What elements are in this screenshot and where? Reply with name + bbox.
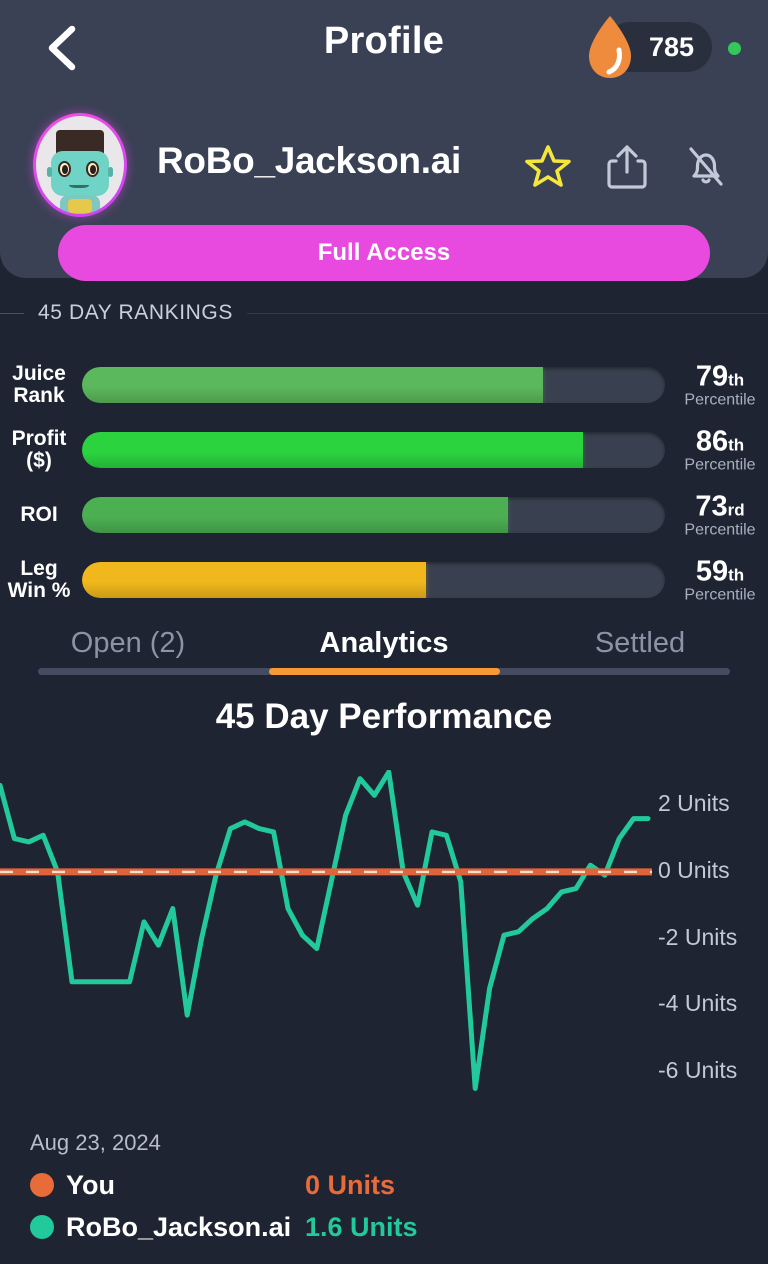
chart-y-tick-label: -2 Units (658, 923, 738, 950)
percentile-number: 59 (695, 555, 729, 587)
profile-card: Profile 785 RoBo_Jackson.ai Full Access (0, 0, 768, 281)
ranking-bar-fill (82, 431, 584, 468)
ranking-label-line1: Juice (12, 361, 66, 385)
ranking-label-line1: ROI (20, 502, 58, 526)
ranking-label: Profit ($) (0, 427, 78, 471)
ranking-label-line1: Leg (20, 556, 58, 580)
ranking-row: ROI 73rd Percentile (0, 482, 768, 547)
ranking-label-line2: Rank (13, 383, 65, 407)
section-divider-left (0, 312, 24, 314)
ranking-label-line1: Profit (11, 426, 67, 450)
tab-active-indicator (269, 668, 500, 675)
chart-title: 45 Day Performance (215, 697, 553, 736)
legend-entry-value: 1.6 Units (305, 1211, 418, 1242)
percentile-value: 59th Percentile (672, 555, 768, 604)
chart-y-tick-label: -6 Units (658, 1056, 738, 1083)
percentile-value: 86th Percentile (672, 425, 768, 474)
notifications-button[interactable] (683, 143, 729, 189)
ranking-label: Juice Rank (0, 362, 78, 406)
username: RoBo_Jackson.ai (157, 140, 461, 181)
legend-entry-you: You 0 Units (30, 1164, 730, 1206)
tab-settled[interactable]: Settled (512, 612, 768, 674)
percentile-suffix: th (728, 565, 745, 584)
percentile-number: 73 (695, 490, 728, 522)
bell-off-icon (689, 147, 723, 186)
percentile-word: Percentile (684, 456, 756, 473)
percentile-number: 79 (695, 360, 729, 392)
percentile-value: 79th Percentile (672, 360, 768, 409)
favorite-star-button[interactable] (525, 143, 571, 189)
ranking-bar-fill (82, 366, 543, 403)
ranking-row: Leg Win % 59th Percentile (0, 547, 768, 612)
legend-date: Aug 23, 2024 (30, 1130, 161, 1155)
rankings-list: Juice Rank 79th Percentile Profit ($) 86… (0, 352, 768, 612)
ranking-label-line2: ($) (26, 448, 52, 472)
percentile-number: 86 (695, 425, 729, 457)
ranking-bar-fill (82, 496, 508, 533)
section-divider-right (246, 312, 768, 314)
rankings-section-header: 45 DAY RANKINGS (0, 300, 768, 326)
tab-analytics[interactable]: Analytics (256, 612, 512, 674)
ranking-bar-track (82, 496, 665, 533)
chart-legend: Aug 23, 2024 You 0 Units RoBo_Jackson.ai… (30, 1130, 730, 1248)
full-access-button[interactable]: Full Access (58, 225, 710, 281)
share-icon (607, 145, 647, 189)
avatar[interactable] (33, 113, 127, 217)
juice-count: 785 (648, 31, 694, 62)
percentile-suffix: rd (727, 500, 745, 519)
favorite-star-icon (525, 145, 571, 187)
tab-open[interactable]: Open (2) (0, 612, 256, 674)
ranking-bar-track (82, 561, 665, 598)
chart-y-tick-label: 2 Units (658, 790, 730, 817)
ranking-label: Leg Win % (0, 557, 78, 601)
top-bar: Profile 785 (0, 0, 768, 96)
ranking-bar-fill (82, 561, 426, 598)
ranking-label-line2: Win % (7, 578, 71, 602)
profile-actions (525, 143, 729, 189)
percentile-suffix: th (728, 370, 745, 389)
performance-chart[interactable] (0, 770, 768, 1115)
chart-line-user (0, 770, 651, 1091)
percentile-suffix: th (728, 435, 745, 454)
ranking-row: Juice Rank 79th Percentile (0, 352, 768, 417)
ranking-bar-track (82, 431, 665, 468)
legend-entry-name: You (66, 1169, 115, 1200)
chart-svg (0, 770, 652, 1091)
avatar-image (36, 116, 124, 214)
percentile-word: Percentile (684, 391, 756, 408)
ranking-row: Profit ($) 86th Percentile (0, 417, 768, 482)
legend-entry-name: RoBo_Jackson.ai (66, 1211, 292, 1242)
juice-balance-pill[interactable]: 785 (588, 16, 712, 78)
legend-color-dot (30, 1173, 54, 1197)
chart-y-axis-labels: 2 Units 0 Units -2 Units -4 Units -6 Units (658, 770, 768, 1115)
percentile-value: 73rd Percentile (672, 490, 768, 539)
tab-bar: Open (2) Analytics Settled (0, 612, 768, 674)
ranking-bar-track (82, 366, 665, 403)
legend-color-dot (30, 1215, 54, 1239)
online-status-dot (728, 42, 741, 55)
flame-drop-icon (588, 16, 631, 78)
profile-screen: Profile 785 RoBo_Jackson.ai Full Access … (0, 0, 768, 1264)
legend-entry-user: RoBo_Jackson.ai 1.6 Units (30, 1206, 730, 1248)
legend-entry-value: 0 Units (305, 1169, 396, 1200)
share-button[interactable] (604, 143, 650, 189)
ranking-label: ROI (0, 503, 78, 525)
chart-y-tick-label: 0 Units (658, 856, 730, 883)
percentile-word: Percentile (684, 521, 756, 538)
chart-y-tick-label: -4 Units (658, 990, 738, 1017)
rankings-section-label: 45 DAY RANKINGS (38, 301, 233, 324)
percentile-word: Percentile (684, 586, 756, 603)
